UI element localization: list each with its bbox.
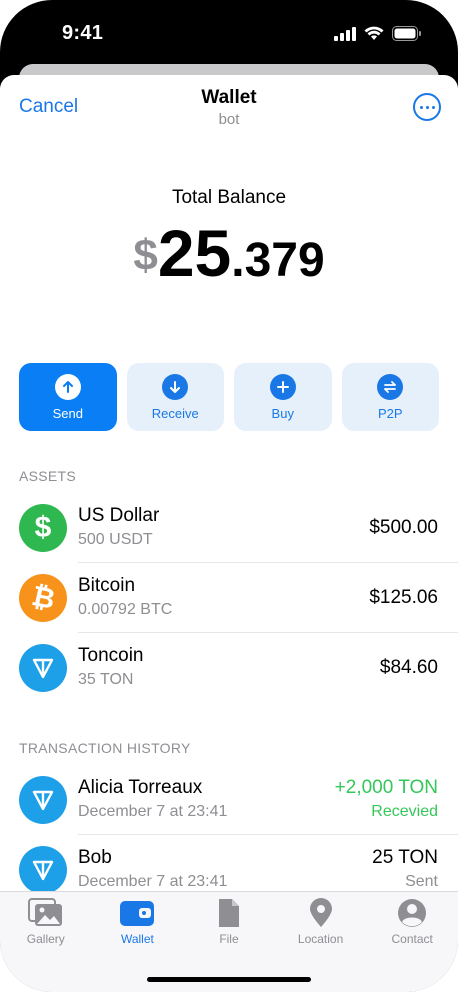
nav-bar: Cancel Wallet bot [0,75,458,143]
action-buttons: Send Receive Buy P2P [19,363,439,431]
page-subtitle: bot [218,111,240,128]
asset-value: $84.60 [379,657,438,678]
total-balance-value: $25.379 [0,215,458,291]
p2p-label: P2P [377,405,403,421]
transaction-row[interactable]: Alicia Torreaux December 7 at 23:41 +2,0… [0,765,458,835]
tab-contact[interactable]: Contact [366,898,458,960]
wallet-sheet: Cancel Wallet bot Total Balance $25.379 … [0,75,458,992]
total-balance-label: Total Balance [171,187,287,208]
tab-label: File [219,932,239,946]
status-icons [334,26,422,41]
status-time: 9:41 [62,22,104,44]
arrow-up-icon [54,373,81,400]
transaction-name: Bob [78,847,112,868]
toncoin-icon [19,846,67,894]
dollar-icon: $ [19,504,67,552]
tab-label: Gallery [26,932,65,946]
transaction-name: Alicia Torreaux [78,777,203,798]
tab-bar: Gallery Wallet File Location Contact [0,891,458,992]
asset-name: US Dollar [78,505,160,526]
cellular-signal-icon [334,26,356,41]
wifi-icon [364,26,384,40]
more-options-button[interactable] [413,93,441,121]
file-icon [218,899,239,927]
arrow-down-icon [162,373,189,400]
wallet-icon [120,901,155,926]
asset-row-toncoin[interactable]: Toncoin 35 TON $84.60 [0,633,458,703]
asset-value: $125.06 [369,587,438,608]
home-indicator [147,977,311,982]
phone-frame: 9:41 Cancel Wallet bot Total Balance $25… [0,0,458,992]
bitcoin-icon: ₿ [19,574,67,622]
toncoin-icon [19,644,67,692]
battery-icon [392,26,421,41]
tab-label: Wallet [120,932,154,946]
send-button[interactable]: Send [19,363,117,431]
receive-button[interactable]: Receive [126,363,224,431]
receive-label: Receive [151,405,199,421]
status-bar: 9:41 [0,0,458,64]
asset-name: Toncoin [78,645,144,666]
asset-row-bitcoin[interactable]: ₿ Bitcoin 0.00792 BTC $125.06 [0,563,458,633]
asset-amount: 35 TON [78,671,134,688]
transaction-status: Sent [405,873,438,890]
asset-name: Bitcoin [78,575,136,596]
tab-file[interactable]: File [183,898,275,960]
page-title: Wallet [201,87,257,108]
toncoin-icon [19,776,67,824]
tab-gallery[interactable]: Gallery [0,898,92,960]
plus-icon [269,373,296,400]
tab-label: Location [297,932,344,946]
balance-integer: 25 [157,216,232,290]
transaction-history-header: TRANSACTION HISTORY [19,740,191,756]
location-icon [309,898,332,927]
transaction-status: Recevied [371,803,438,820]
transaction-date: December 7 at 23:41 [78,873,228,890]
tab-wallet[interactable]: Wallet [92,898,184,960]
asset-amount: 500 USDT [78,531,153,548]
balance-decimal: .379 [231,234,325,287]
assets-header: ASSETS [19,468,77,484]
swap-arrows-icon [377,373,404,400]
contact-icon [398,899,427,927]
transaction-date: December 7 at 23:41 [78,803,228,820]
send-label: Send [52,405,83,421]
more-icon [419,105,423,109]
balance-currency: $ [133,231,158,280]
transaction-amount: 25 TON [372,847,438,868]
transaction-amount: +2,000 TON [334,777,438,798]
asset-value: $500.00 [369,517,438,538]
gallery-icon [27,898,62,926]
tab-location[interactable]: Location [275,898,367,960]
tab-label: Contact [391,932,433,946]
p2p-button[interactable]: P2P [341,363,439,431]
buy-button[interactable]: Buy [234,363,332,431]
asset-amount: 0.00792 BTC [78,601,173,618]
buy-label: Buy [271,405,294,421]
asset-row-usd[interactable]: $ US Dollar 500 USDT $500.00 [0,493,458,563]
